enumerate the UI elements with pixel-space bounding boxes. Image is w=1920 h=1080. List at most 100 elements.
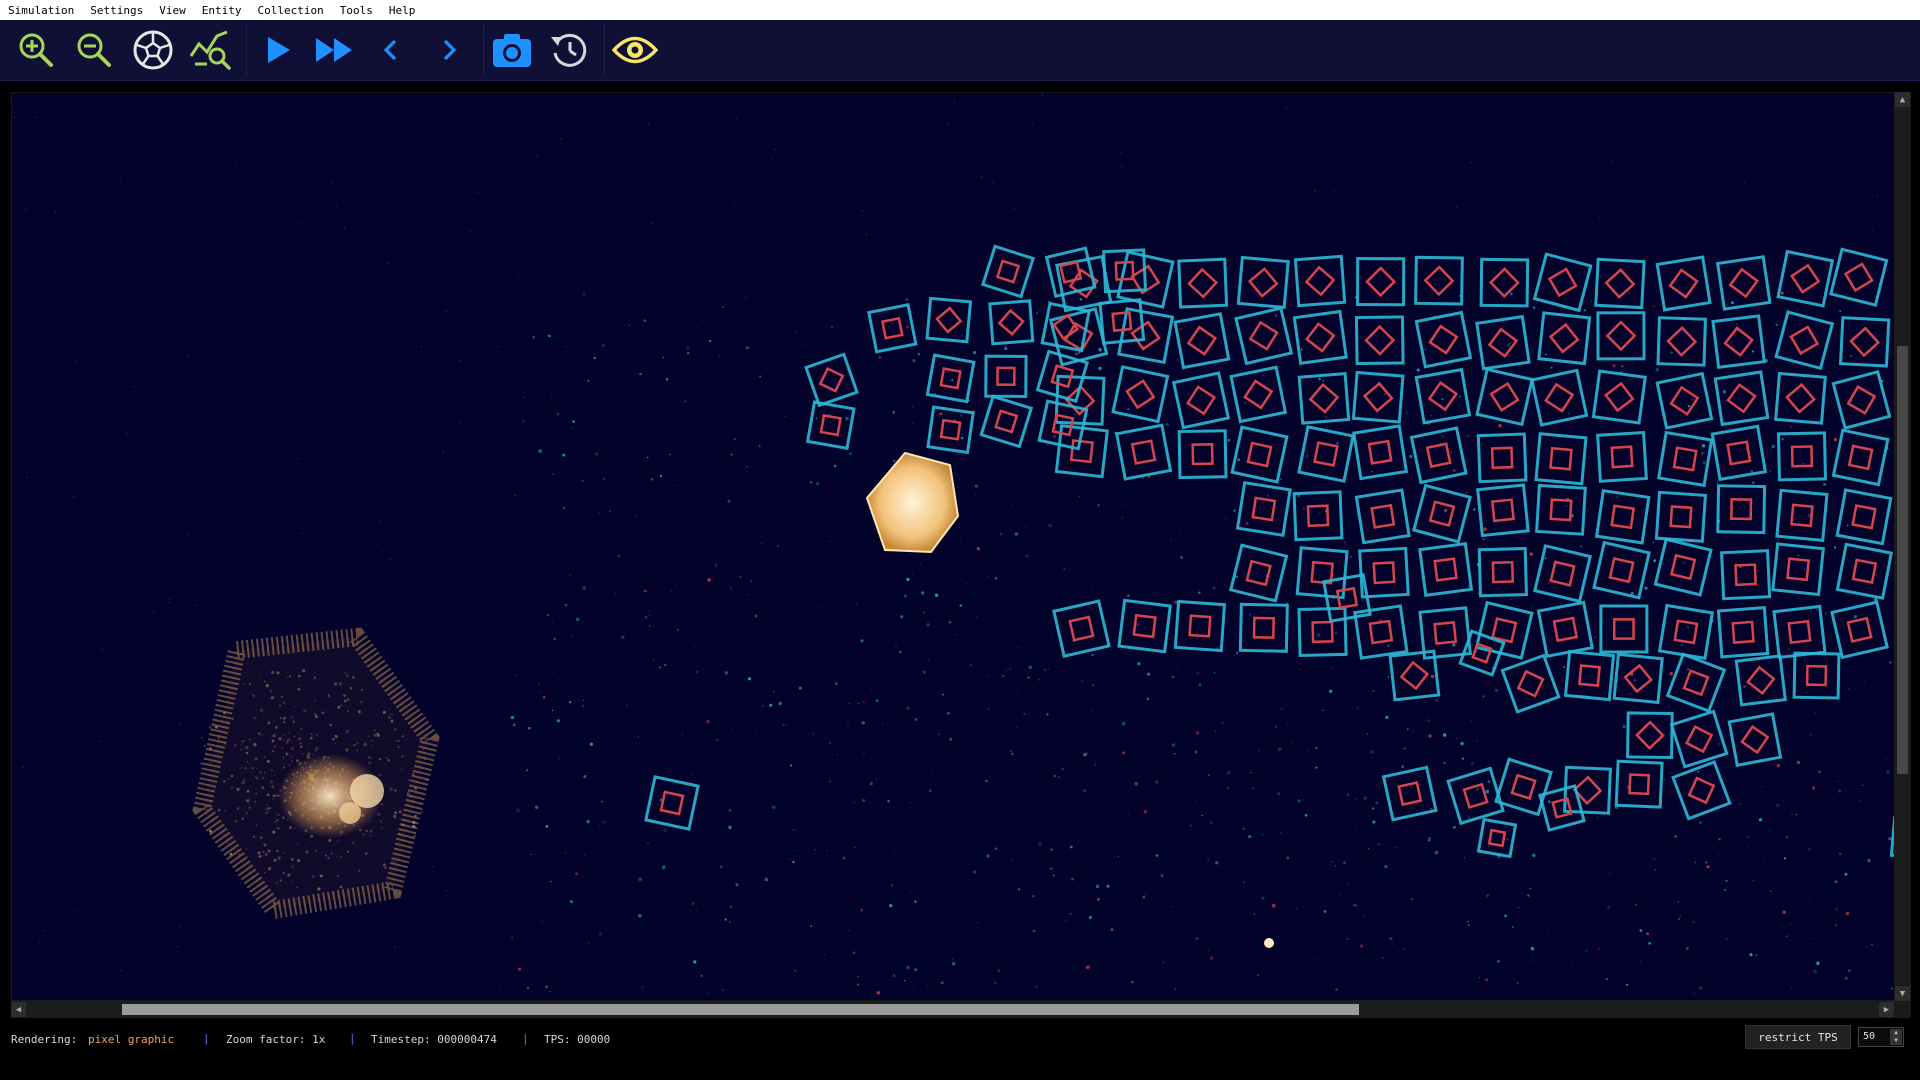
zoom-out-button[interactable] [70,26,118,74]
cell[interactable] [1831,369,1892,430]
cell[interactable] [1111,365,1170,424]
snapshot-button[interactable] [488,26,536,74]
cell[interactable] [1591,369,1647,425]
cell[interactable] [1653,537,1713,597]
cell[interactable] [1381,765,1438,822]
cell[interactable] [1500,653,1561,714]
step-forward-button[interactable] [425,26,473,74]
cell[interactable] [1353,604,1409,660]
cell[interactable] [1592,540,1651,600]
cell[interactable] [1352,424,1409,481]
cell[interactable] [1596,430,1648,483]
tps-limit-spinbox[interactable]: 50 ▲ ▼ [1858,1027,1904,1047]
cell[interactable] [1727,712,1783,767]
cell[interactable] [1292,490,1344,542]
cell[interactable] [925,353,976,404]
cell[interactable] [1657,603,1715,660]
cell[interactable] [1229,365,1288,424]
zoom-in-button[interactable] [12,26,60,74]
cell[interactable] [926,405,975,455]
cell[interactable] [1711,314,1766,369]
menu-entity[interactable]: Entity [202,4,242,17]
scroll-down-icon[interactable]: ▼ [1895,986,1910,1001]
cell[interactable] [1236,255,1290,310]
cell[interactable] [1537,311,1592,366]
cell[interactable] [1716,606,1770,659]
menu-view[interactable]: View [159,4,186,17]
cell[interactable] [1173,312,1231,370]
cell[interactable] [1414,367,1472,425]
vertical-scroll-thumb[interactable] [1897,346,1908,774]
restore-button[interactable] [546,26,594,74]
search-zoom-button[interactable] [187,26,235,74]
cell[interactable] [1354,488,1411,545]
cell[interactable] [1716,484,1767,535]
cell[interactable] [1117,598,1172,654]
cell[interactable] [1235,481,1292,537]
cell[interactable] [1774,371,1827,425]
cell[interactable] [1776,431,1827,482]
scroll-up-icon[interactable]: ▲ [1895,92,1910,107]
cell[interactable] [1669,709,1729,769]
menu-simulation[interactable]: Simulation [8,4,74,17]
cell[interactable] [1536,600,1594,658]
cell[interactable] [1772,604,1827,660]
cell[interactable] [805,400,856,451]
cell[interactable] [867,302,918,354]
cell[interactable] [1533,544,1593,604]
scroll-left-icon[interactable]: ◀ [11,1002,26,1017]
horizontal-scroll-thumb[interactable] [122,1004,1359,1015]
cell[interactable] [1830,600,1889,660]
cell[interactable] [1117,307,1175,365]
cell[interactable] [1774,310,1835,371]
cell[interactable] [644,775,700,831]
cell[interactable] [1535,483,1587,536]
cell[interactable] [1538,784,1586,832]
cell[interactable] [981,244,1036,299]
cell[interactable] [1665,652,1727,714]
cell[interactable] [988,299,1035,346]
fast-forward-button[interactable] [310,26,358,74]
cell[interactable] [1612,652,1664,705]
cell[interactable] [979,394,1034,449]
cell[interactable] [1835,542,1894,600]
cell[interactable] [1297,606,1348,658]
cell[interactable] [1563,649,1616,702]
cell[interactable] [1776,249,1835,308]
cell[interactable] [1614,759,1664,809]
cell[interactable] [1829,247,1889,307]
cell[interactable] [1656,316,1707,367]
cell[interactable] [1297,425,1355,483]
cell[interactable] [1530,368,1589,427]
energy-hexagon-large[interactable] [192,627,440,920]
cell[interactable] [1414,255,1464,306]
vertical-scrollbar[interactable]: ▲ ▼ [1894,92,1911,1001]
cell[interactable] [925,296,973,344]
energy-hexagon-bright[interactable] [865,451,960,554]
cell[interactable] [1655,371,1714,430]
cell[interactable] [1713,370,1770,427]
cell[interactable] [1412,483,1472,544]
toggle-view-button[interactable] [611,26,659,74]
cell[interactable] [1292,309,1348,366]
cell[interactable] [1715,255,1772,311]
menu-help[interactable]: Help [389,4,416,17]
cell[interactable] [1238,602,1289,653]
cell[interactable] [1656,430,1714,488]
cell[interactable] [1044,246,1097,299]
cell[interactable] [1671,760,1732,821]
cell[interactable] [984,354,1028,398]
cell[interactable] [1792,651,1841,700]
cell[interactable] [1532,252,1593,313]
cell[interactable] [1477,547,1528,598]
cell[interactable] [1418,542,1474,597]
cell[interactable] [1775,488,1829,542]
cell[interactable] [1599,604,1649,654]
spin-arrows-icon[interactable]: ▲ ▼ [1890,1029,1902,1045]
cell[interactable] [1534,432,1588,486]
cell[interactable] [1474,600,1534,660]
cell[interactable] [1594,257,1646,310]
menu-settings[interactable]: Settings [90,4,143,17]
horizontal-scrollbar[interactable]: ◀ ▶ [11,1001,1894,1018]
cell[interactable] [1654,490,1708,543]
